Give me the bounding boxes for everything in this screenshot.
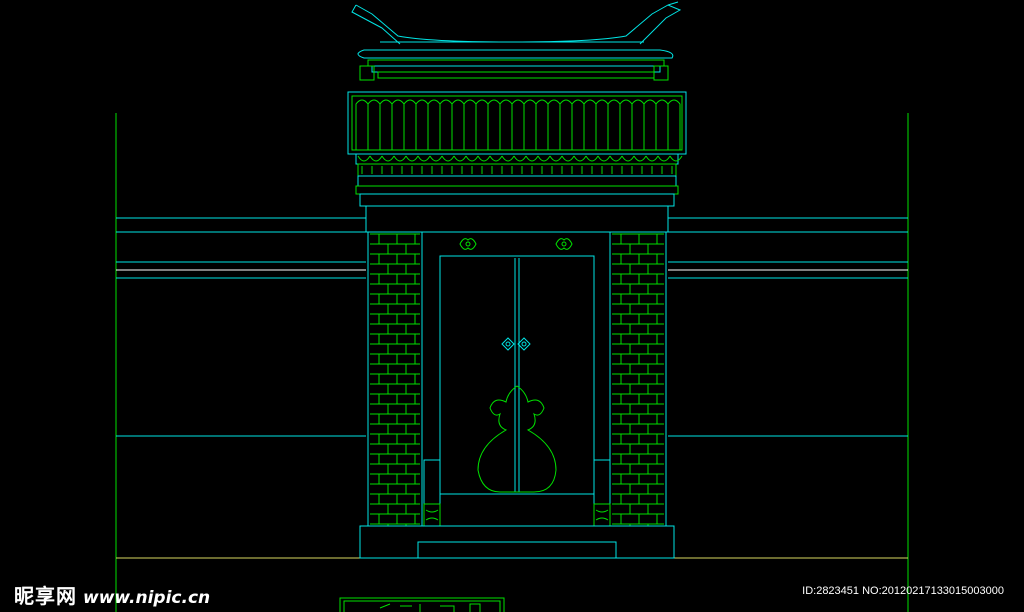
drip-tile (501, 155, 515, 162)
double-door (421, 231, 611, 527)
drip-tile (429, 155, 443, 162)
roof-tile (511, 99, 525, 150)
drip-tile (465, 155, 479, 162)
drip-tile (561, 155, 575, 162)
drip-tile (525, 155, 539, 162)
roof-ridge (351, 1, 682, 81)
drip-tile (597, 155, 611, 162)
cad-elevation-drawing (115, 1, 909, 612)
drip-tile (645, 155, 659, 162)
brick-pillar-right (609, 231, 667, 527)
gourd-ornament (477, 385, 557, 493)
drip-tile (657, 155, 671, 162)
roof-tiles (347, 91, 687, 165)
roof-tile (535, 99, 549, 150)
drip-tile (585, 155, 599, 162)
drip-tile (417, 155, 431, 162)
drip-tile (621, 155, 635, 162)
roof-tile (655, 99, 669, 150)
roof-tile (559, 99, 573, 150)
brick-pillar-left (367, 231, 423, 527)
drip-tile (453, 155, 467, 162)
roof-tile (427, 99, 441, 150)
roof-tile (631, 99, 645, 150)
roof-tile (463, 99, 477, 150)
roof-tile (571, 99, 585, 150)
drip-tile (669, 155, 683, 162)
roof-tile (523, 99, 537, 150)
roof-tile (499, 99, 513, 150)
drip-tile (549, 155, 563, 162)
roof-tile (595, 99, 609, 150)
sign-board (339, 597, 505, 612)
door-knockers (459, 238, 573, 351)
roof-tile (643, 99, 657, 150)
roof-tile (355, 99, 369, 150)
drip-tile (393, 155, 407, 162)
roof-tile (415, 99, 429, 150)
roof-tile (367, 99, 381, 150)
drip-tile (405, 155, 419, 162)
roof-tile (607, 99, 621, 150)
drip-tile (357, 155, 371, 162)
roof-tile (547, 99, 561, 150)
watermark-id: ID:2823451 NO:20120217133015003000 (802, 585, 1004, 597)
drip-tile (513, 155, 527, 162)
watermark-brand: 昵享网 www.nipic.cn (14, 580, 210, 609)
roof-tile (439, 99, 453, 150)
courtyard-wall (115, 113, 909, 612)
drip-tile (537, 155, 551, 162)
roof-tile (403, 99, 417, 150)
roof-tile (391, 99, 405, 150)
drip-tile (381, 155, 395, 162)
eave-frieze (355, 163, 679, 233)
roof-tile (487, 99, 501, 150)
base-step (359, 525, 675, 559)
drip-tile (633, 155, 647, 162)
roof-tile (451, 99, 465, 150)
watermark-url: www.nipic.cn (83, 588, 211, 608)
watermark-brand-name: 昵享网 (14, 584, 77, 608)
roof-tile (667, 99, 681, 150)
roof-tile (379, 99, 393, 150)
roof-tile (475, 99, 489, 150)
drip-tile (441, 155, 455, 162)
drip-tile (489, 155, 503, 162)
roof-tile (619, 99, 633, 150)
roof-tile (583, 99, 597, 150)
drip-tile (369, 155, 383, 162)
drip-tile (609, 155, 623, 162)
drip-tile (477, 155, 491, 162)
drip-tile (573, 155, 587, 162)
